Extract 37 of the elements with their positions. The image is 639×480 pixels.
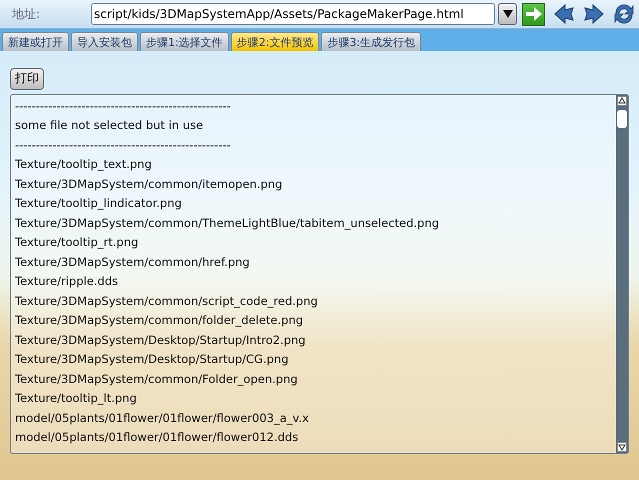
refresh-icon[interactable]: [613, 3, 635, 25]
back-arrow-icon[interactable]: [553, 3, 575, 25]
file-list-line: Texture/3DMapSystem/Desktop/Startup/CG.png: [15, 351, 290, 368]
file-list-line: Texture/ripple.dds: [15, 273, 120, 290]
address-field[interactable]: script/kids/3DMapSystemApp/Assets/PackageMakerPage.html: [91, 3, 495, 25]
print-button[interactable]: 打印: [10, 68, 44, 90]
caret-icon: [502, 10, 512, 18]
tab[interactable]: 步骤3:生成发行包: [321, 32, 422, 51]
file-list-line: Texture/3DMapSystem/common/href.png: [15, 254, 251, 270]
forward-arrow-icon[interactable]: [583, 3, 605, 25]
tab[interactable]: 步骤2:文件预览: [230, 32, 320, 51]
scroll-up-icon[interactable]: [617, 96, 627, 106]
file-list-line: ----------------------------------------------------: [15, 98, 232, 114]
file-list-line: Texture/tooltip_text.png: [15, 156, 153, 173]
file-list-line: model/05plants/01flower/01flower/flower012.dds: [15, 429, 300, 446]
file-list-line: model/05plants/01flower/01flower/flower003_a_v.x: [15, 410, 310, 427]
file-list-line: Texture/3DMapSystem/common/script_code_red.png: [15, 292, 319, 310]
scroll-thumb[interactable]: [617, 110, 627, 128]
file-list-line: Texture/tooltip_rt.png: [15, 234, 140, 251]
scrollbar[interactable]: [616, 94, 628, 452]
file-list-line: some file not selected but in use: [15, 117, 204, 134]
tab[interactable]: 导入安装包: [71, 32, 138, 51]
file-list-line: Texture/3DMapSystem/common/folder_delete.png: [15, 312, 304, 329]
dropdown-button[interactable]: [498, 3, 517, 25]
go-button[interactable]: [522, 2, 545, 26]
file-list-line: Texture/3DMapSystem/common/ThemeLightBlue/tabitem_unselected.png: [15, 214, 440, 232]
file-list-line: Texture/3DMapSystem/common/itemopen.png: [15, 176, 284, 192]
scroll-down-icon[interactable]: [617, 442, 627, 452]
tab[interactable]: 新建或打开: [2, 32, 69, 51]
file-list-line: Texture/3DMapSystem/Desktop/Startup/Intro2.png: [15, 332, 307, 348]
tab[interactable]: 步骤1:选择文件: [140, 32, 229, 51]
address-label: 地址:: [12, 6, 42, 22]
arrow-right-icon: [526, 7, 542, 21]
file-list-line: ----------------------------------------------------: [15, 136, 232, 154]
file-list-line: Texture/tooltip_lindicator.png: [15, 195, 183, 212]
file-list-line: Texture/3DMapSystem/common/Folder_open.png: [15, 370, 299, 388]
file-list-line: Texture/tooltip_lt.png: [15, 390, 138, 407]
